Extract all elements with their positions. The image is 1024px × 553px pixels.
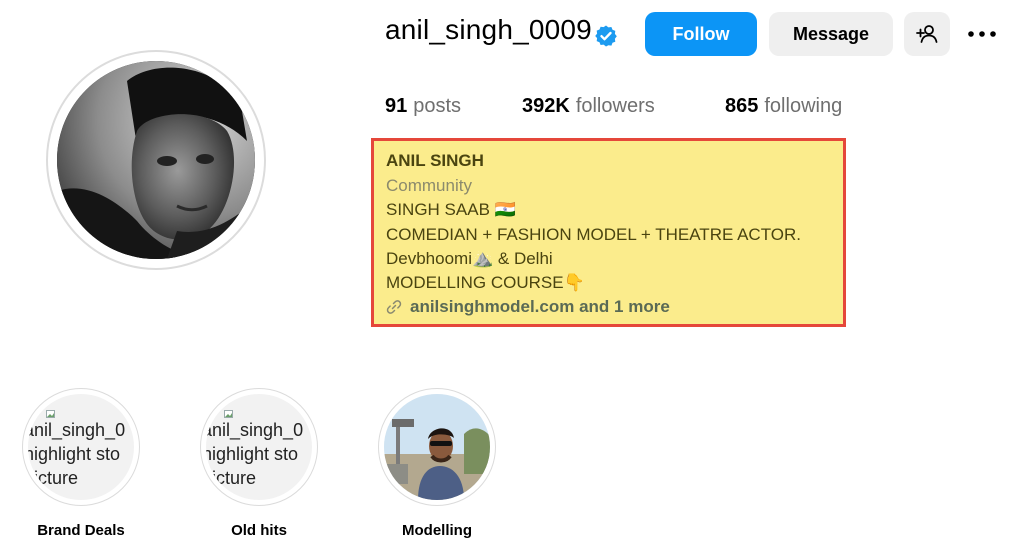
bio-section: ANIL SINGH Community SINGH SAAB 🇮🇳 COMED… xyxy=(371,138,846,327)
more-horizontal-icon[interactable] xyxy=(966,22,998,46)
highlight-cover: anil_singh_0 highlight sto picture xyxy=(206,394,312,500)
following-count[interactable]: 865 following xyxy=(725,95,842,118)
bio-category: Community xyxy=(386,176,472,195)
verified-badge-icon xyxy=(595,25,617,47)
highlight-label: Modelling xyxy=(402,522,472,539)
followers-number: 392K xyxy=(522,95,570,117)
highlight-modelling[interactable] xyxy=(378,388,496,506)
person-add-icon xyxy=(916,25,938,43)
avatar-photo xyxy=(57,61,255,259)
profile-avatar[interactable] xyxy=(46,50,266,270)
highlight-cover: anil_singh_0 highlight sto picture xyxy=(28,394,134,500)
follow-button[interactable]: Follow xyxy=(645,12,757,56)
bio-link-text: anilsinghmodel.com and 1 more xyxy=(410,297,670,316)
posts-label: posts xyxy=(413,95,462,117)
posts-count: 91 posts xyxy=(385,95,461,118)
followers-count[interactable]: 392K followers xyxy=(522,95,655,118)
followers-label: followers xyxy=(575,95,655,117)
bio-line-2: COMEDIAN + FASHION MODEL + THEATRE ACTOR… xyxy=(386,225,802,244)
highlight-old-hits[interactable]: anil_singh_0 highlight sto picture xyxy=(200,388,318,506)
bio-external-link[interactable]: anilsinghmodel.com and 1 more xyxy=(386,297,670,317)
posts-number: 91 xyxy=(385,95,408,117)
message-button[interactable]: Message xyxy=(769,12,893,56)
link-icon xyxy=(386,300,402,314)
highlight-brand-deals[interactable]: anil_singh_0 highlight sto picture xyxy=(22,388,140,506)
highlight-cover-photo xyxy=(384,394,490,500)
highlight-alt-text: anil_singh_0 highlight sto picture xyxy=(28,420,126,488)
highlight-alt-text: anil_singh_0 highlight sto picture xyxy=(206,420,304,488)
broken-image-icon xyxy=(46,410,55,418)
bio-line-4: MODELLING COURSE👇 xyxy=(386,273,585,292)
suggested-users-button[interactable] xyxy=(904,12,950,56)
following-number: 865 xyxy=(725,95,759,117)
bio-line-1: SINGH SAAB 🇮🇳 xyxy=(386,200,516,219)
profile-username: anil_singh_0009 xyxy=(385,14,592,45)
bio-line-3: Devbhoomi⛰️ & Delhi xyxy=(386,249,553,268)
following-label: following xyxy=(764,95,843,117)
broken-image-icon xyxy=(224,410,233,418)
bio-full-name: ANIL SINGH xyxy=(386,151,484,170)
highlight-label: Old hits xyxy=(231,522,287,539)
highlight-label: Brand Deals xyxy=(37,522,125,539)
